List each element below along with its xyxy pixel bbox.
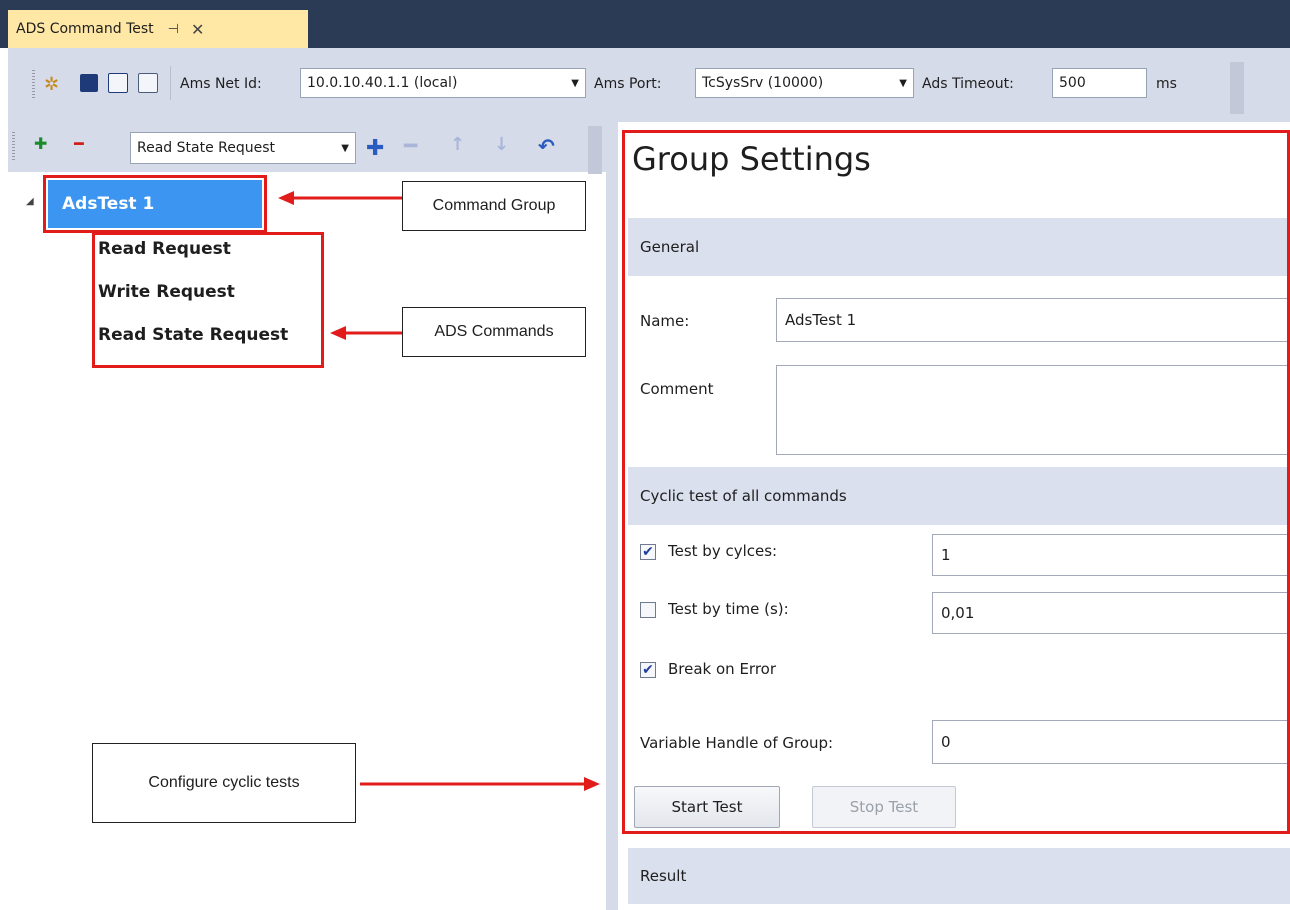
- arrow-head: [330, 326, 346, 340]
- callout-configure-cyclic: Configure cyclic tests: [92, 743, 356, 823]
- callout-ads-commands: ADS Commands: [402, 307, 586, 357]
- panel-splitter[interactable]: [606, 122, 618, 910]
- arrow-head: [584, 777, 600, 791]
- arrow-head: [278, 191, 294, 205]
- section-title: Result: [640, 867, 687, 885]
- group-settings-highlight: [622, 130, 1290, 834]
- section-header-result: Result: [628, 848, 1290, 904]
- callout-command-group: Command Group: [402, 181, 586, 231]
